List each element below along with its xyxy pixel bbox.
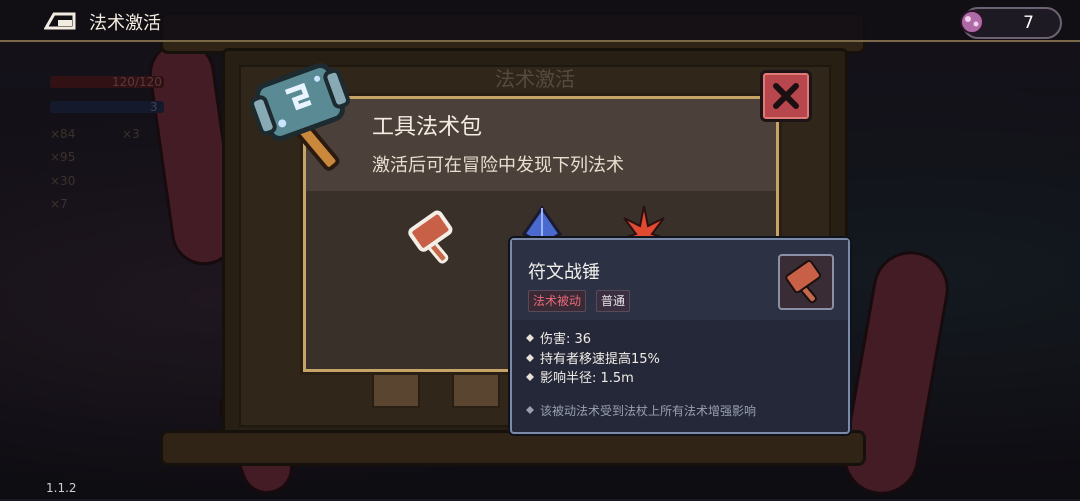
- close-icon: [773, 83, 799, 109]
- spell-slot-mini: [372, 368, 420, 408]
- top-bar: 法术激活 7: [0, 0, 1080, 42]
- diamond-bullet-icon: [526, 334, 534, 342]
- diamond-bullet-icon: [526, 406, 534, 414]
- tool-pack-hammer-icon: [250, 63, 350, 171]
- version-label: 1.1.2: [46, 481, 77, 495]
- currency-value: 7: [1023, 13, 1034, 33]
- stat-line: 持有者移速提高15%: [526, 350, 660, 370]
- rune-warhammer-icon: [785, 259, 822, 304]
- spell-note: 该被动法术受到法杖上所有法术增强影响: [526, 402, 756, 419]
- diamond-bullet-icon: [526, 373, 534, 381]
- spell-slot-mini: [452, 368, 500, 408]
- spell-rarity-tag: 普通: [596, 290, 631, 312]
- stat-line: 影响半径: 1.5m: [526, 369, 660, 389]
- back-icon[interactable]: [44, 10, 78, 30]
- spell-icon-frame: [778, 254, 834, 310]
- currency-counter: 7: [960, 7, 1062, 39]
- diamond-bullet-icon: [526, 353, 534, 362]
- page-title: 法术激活: [89, 13, 161, 34]
- rune-warhammer-spell-icon[interactable]: [404, 206, 464, 266]
- panel-header: 工具法术包 激活后可在冒险中发现下列法术: [306, 99, 776, 191]
- spell-type-tag: 法术被动: [528, 290, 587, 312]
- spell-name: 符文战锤: [528, 262, 600, 283]
- pack-name: 工具法术包: [372, 115, 483, 140]
- spell-stats: 伤害: 36 持有者移速提高15% 影响半径: 1.5m: [526, 330, 660, 389]
- pack-description: 激活后可在冒险中发现下列法术: [372, 155, 624, 176]
- close-button[interactable]: [760, 70, 812, 122]
- stat-line: 伤害: 36: [526, 330, 660, 350]
- crystal-currency-icon: [960, 10, 984, 34]
- spell-tooltip: 符文战锤 法术被动 普通 伤害: 36 持有者移速提高15% 影响半径: 1.5…: [510, 238, 850, 434]
